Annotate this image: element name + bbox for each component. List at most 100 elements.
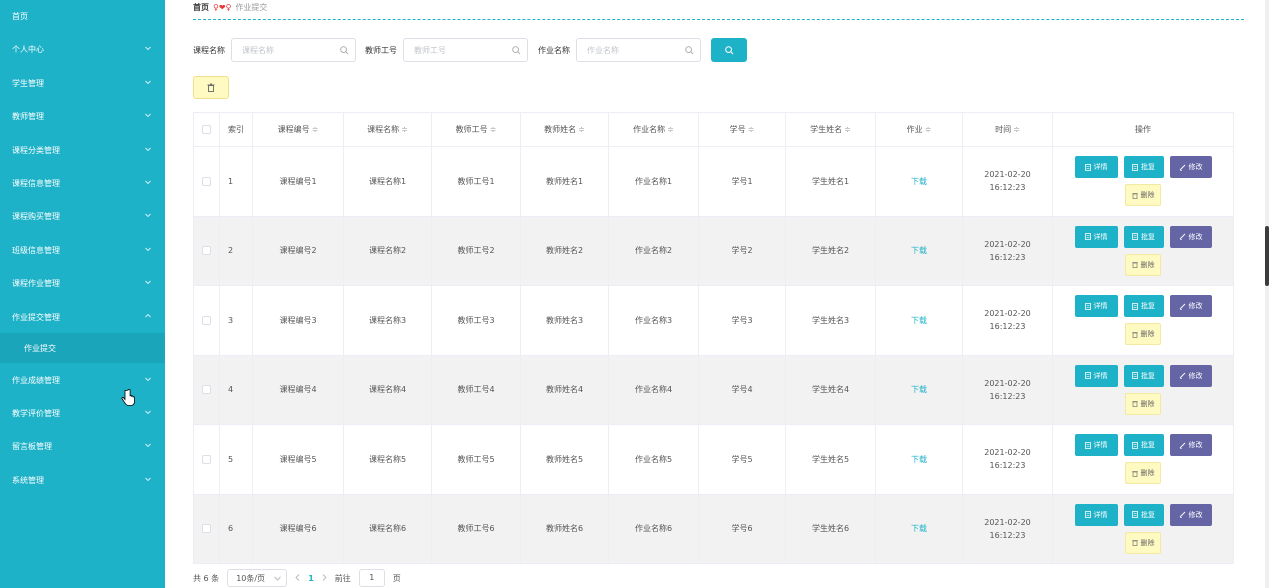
edit-button[interactable]: 修改 <box>1169 225 1212 248</box>
detail-button[interactable]: 详情 <box>1074 156 1118 179</box>
detail-button[interactable]: 详情 <box>1074 225 1118 248</box>
delete-button[interactable]: 删除 <box>1125 323 1161 346</box>
header-teacher-name[interactable]: 教师姓名 ≑ <box>520 112 609 147</box>
row-checkbox[interactable] <box>202 246 211 256</box>
download-link[interactable]: 下载 <box>911 316 927 325</box>
sidebar-subitem-homework-submit[interactable]: 作业提交 <box>0 333 165 363</box>
search-button[interactable] <box>711 38 747 62</box>
row-checkbox[interactable] <box>202 176 211 186</box>
row-checkbox[interactable] <box>202 315 211 325</box>
sort-icon[interactable]: ≑ <box>844 125 851 134</box>
row-select-cell[interactable] <box>193 493 220 564</box>
prev-page-button[interactable] <box>295 573 300 583</box>
row-select-cell[interactable] <box>193 354 220 425</box>
next-page-button[interactable] <box>322 573 327 583</box>
sidebar-item-label: 课程购买管理 <box>12 212 60 221</box>
table-row[interactable]: 1 课程编号1 课程名称1 教师工号1 教师姓名1 作业名称1 学号1 学生姓名1 下载 2021… <box>193 146 1234 217</box>
sidebar-item-personal-center[interactable]: 个人中心 <box>0 33 165 66</box>
sidebar-item-course-info-mgmt[interactable]: 课程信息管理 <box>0 167 165 200</box>
row-select-cell[interactable] <box>193 424 220 495</box>
select-all-checkbox[interactable] <box>202 125 211 134</box>
table-row[interactable]: 6 课程编号6 课程名称6 教师工号6 教师姓名6 作业名称6 学号6 学生姓名6 下载 2021… <box>193 493 1234 564</box>
sort-icon[interactable]: ≑ <box>490 125 497 134</box>
header-student-name[interactable]: 学生姓名 ≑ <box>785 112 876 147</box>
download-link[interactable]: 下载 <box>911 385 927 394</box>
sort-icon[interactable]: ≑ <box>401 125 408 134</box>
detail-button[interactable]: 详情 <box>1074 503 1118 526</box>
page-scrollbar[interactable] <box>1265 0 1269 588</box>
page-number[interactable]: 1 <box>308 574 314 583</box>
download-link[interactable]: 下载 <box>911 246 927 255</box>
sidebar-item-student-mgmt[interactable]: 学生管理 <box>0 67 165 100</box>
pagination: 共 6 条 10条/页 1 前往 1 页 <box>193 568 401 588</box>
delete-button[interactable]: 删除 <box>1125 392 1161 415</box>
approve-button[interactable]: 批复 <box>1123 225 1164 248</box>
row-checkbox[interactable] <box>202 524 211 534</box>
sort-icon[interactable]: ≑ <box>312 125 319 134</box>
header-student-no[interactable]: 学号 ≑ <box>698 112 786 147</box>
page-size-select[interactable]: 10条/页 <box>227 569 288 587</box>
goto-page-input[interactable]: 1 <box>358 569 385 587</box>
hand-cursor-icon <box>121 389 135 406</box>
header-course-name[interactable]: 课程名称 ≑ <box>343 112 432 147</box>
table-row[interactable]: 4 课程编号4 课程名称4 教师工号4 教师姓名4 作业名称4 学号4 学生姓名4 下载 2021… <box>193 354 1234 425</box>
detail-button[interactable]: 详情 <box>1074 364 1118 387</box>
sidebar-item-teacher-mgmt[interactable]: 教师管理 <box>0 100 165 133</box>
row-checkbox[interactable] <box>202 454 211 464</box>
row-select-cell[interactable] <box>193 215 220 286</box>
table-row[interactable]: 3 课程编号3 课程名称3 教师工号3 教师姓名3 作业名称3 学号3 学生姓名3 下载 2021… <box>193 285 1234 356</box>
approve-button[interactable]: 批复 <box>1123 503 1164 526</box>
edit-button[interactable]: 修改 <box>1169 434 1212 457</box>
detail-button[interactable]: 详情 <box>1074 434 1118 457</box>
teacher-no-input[interactable] <box>414 39 514 61</box>
edit-button[interactable]: 修改 <box>1169 503 1212 526</box>
sidebar-item-homework-submit-mgmt[interactable]: 作业提交管理 <box>0 301 165 334</box>
breadcrumb-home[interactable]: 首页 <box>193 2 209 13</box>
download-link[interactable]: 下载 <box>911 177 927 186</box>
download-link[interactable]: 下载 <box>911 524 927 533</box>
sidebar-item-teaching-eval-mgmt[interactable]: 教学评价管理 <box>0 397 165 430</box>
scrollbar-thumb[interactable] <box>1265 226 1269 286</box>
cell-hw-name: 作业名称4 <box>608 354 699 425</box>
sort-icon[interactable]: ≑ <box>667 125 674 134</box>
sort-icon[interactable]: ≑ <box>748 125 755 134</box>
table-row[interactable]: 2 课程编号2 课程名称2 教师工号2 教师姓名2 作业名称2 学号2 学生姓名2 下载 2021… <box>193 215 1234 286</box>
row-select-cell[interactable] <box>193 146 220 217</box>
delete-button[interactable]: 删除 <box>1125 184 1161 207</box>
sidebar-item-system-mgmt[interactable]: 系统管理 <box>0 464 165 497</box>
header-course-no[interactable]: 课程编号 ≑ <box>252 112 344 147</box>
approve-button[interactable]: 批复 <box>1123 364 1164 387</box>
course-name-input[interactable] <box>242 39 342 61</box>
delete-button[interactable]: 删除 <box>1125 253 1161 276</box>
header-teacher-no[interactable]: 教师工号 ≑ <box>431 112 521 147</box>
header-time[interactable]: 时间 ≑ <box>962 112 1053 147</box>
header-homework[interactable]: 作业 ≑ <box>875 112 963 147</box>
select-all-header[interactable] <box>193 112 220 147</box>
download-link[interactable]: 下载 <box>911 455 927 464</box>
sort-icon[interactable]: ≑ <box>1013 125 1020 134</box>
row-select-cell[interactable] <box>193 285 220 356</box>
edit-button[interactable]: 修改 <box>1169 295 1212 318</box>
sidebar-item-course-purchase-mgmt[interactable]: 课程购买管理 <box>0 200 165 233</box>
approve-button[interactable]: 批复 <box>1123 295 1164 318</box>
sidebar-item-homework-score-mgmt[interactable]: 作业成绩管理 <box>0 364 165 397</box>
sidebar-item-course-homework-mgmt[interactable]: 课程作业管理 <box>0 267 165 300</box>
table-row[interactable]: 5 课程编号5 课程名称5 教师工号5 教师姓名5 作业名称5 学号5 学生姓名5 下载 2021… <box>193 424 1234 495</box>
detail-button[interactable]: 详情 <box>1074 295 1118 318</box>
header-hw-name[interactable]: 作业名称 ≑ <box>608 112 699 147</box>
approve-button[interactable]: 批复 <box>1123 434 1164 457</box>
sidebar-item-course-category-mgmt[interactable]: 课程分类管理 <box>0 134 165 167</box>
sidebar-item-home[interactable]: 首页 <box>0 0 165 33</box>
sort-icon[interactable]: ≑ <box>925 125 932 134</box>
sidebar-item-class-info-mgmt[interactable]: 班级信息管理 <box>0 234 165 267</box>
batch-delete-button[interactable] <box>193 76 229 99</box>
sidebar-item-message-board-mgmt[interactable]: 留言板管理 <box>0 430 165 463</box>
sort-icon[interactable]: ≑ <box>578 125 585 134</box>
edit-button[interactable]: 修改 <box>1169 156 1212 179</box>
delete-button[interactable]: 删除 <box>1125 462 1161 485</box>
approve-button[interactable]: 批复 <box>1123 156 1164 179</box>
delete-button[interactable]: 删除 <box>1125 531 1161 554</box>
edit-button[interactable]: 修改 <box>1169 364 1212 387</box>
homework-name-input[interactable] <box>587 39 687 61</box>
row-checkbox[interactable] <box>202 385 211 395</box>
